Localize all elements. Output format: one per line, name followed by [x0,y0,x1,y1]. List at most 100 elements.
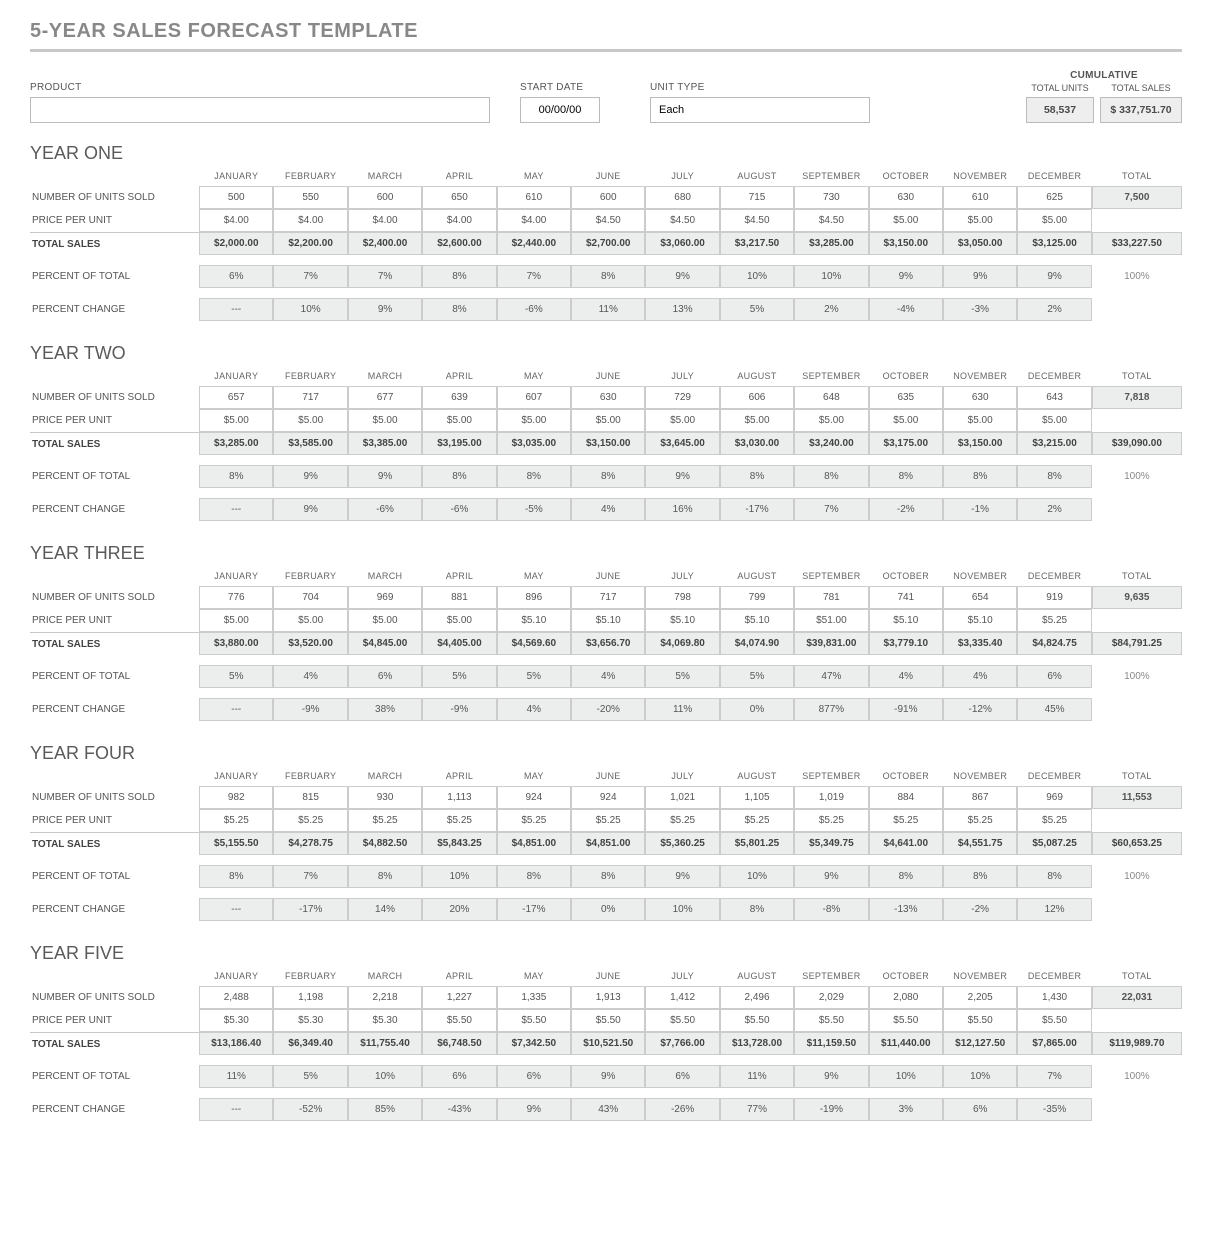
price-cell[interactable]: $5.00 [422,409,496,432]
units-cell[interactable]: 2,218 [348,986,422,1009]
price-cell[interactable]: $5.50 [571,1009,645,1032]
price-cell[interactable]: $5.25 [794,809,868,832]
price-cell[interactable]: $5.00 [645,409,719,432]
units-cell[interactable]: 1,335 [497,986,571,1009]
units-cell[interactable]: 969 [1017,786,1091,809]
price-cell[interactable]: $5.30 [273,1009,347,1032]
price-cell[interactable]: $4.00 [497,209,571,232]
price-cell[interactable]: $5.00 [1017,209,1091,232]
units-cell[interactable]: 924 [497,786,571,809]
price-cell[interactable]: $5.10 [720,609,794,632]
units-cell[interactable]: 630 [571,386,645,409]
units-cell[interactable]: 639 [422,386,496,409]
units-cell[interactable]: 1,227 [422,986,496,1009]
price-cell[interactable]: $4.00 [273,209,347,232]
units-cell[interactable]: 650 [422,186,496,209]
price-cell[interactable]: $5.00 [720,409,794,432]
price-cell[interactable]: $5.00 [571,409,645,432]
units-cell[interactable]: 630 [869,186,943,209]
price-cell[interactable]: $5.30 [348,1009,422,1032]
units-cell[interactable]: 654 [943,586,1017,609]
units-cell[interactable]: 600 [348,186,422,209]
units-cell[interactable]: 680 [645,186,719,209]
price-cell[interactable]: $5.25 [1017,609,1091,632]
price-cell[interactable]: $4.00 [422,209,496,232]
price-cell[interactable]: $5.00 [273,409,347,432]
units-cell[interactable]: 741 [869,586,943,609]
price-cell[interactable]: $5.50 [645,1009,719,1032]
units-cell[interactable]: 600 [571,186,645,209]
units-cell[interactable]: 1,113 [422,786,496,809]
units-cell[interactable]: 1,913 [571,986,645,1009]
units-cell[interactable]: 924 [571,786,645,809]
units-cell[interactable]: 1,019 [794,786,868,809]
units-cell[interactable]: 2,029 [794,986,868,1009]
units-cell[interactable]: 607 [497,386,571,409]
units-cell[interactable]: 2,496 [720,986,794,1009]
price-cell[interactable]: $5.00 [869,209,943,232]
price-cell[interactable]: $5.00 [497,409,571,432]
units-cell[interactable]: 717 [273,386,347,409]
price-cell[interactable]: $5.50 [720,1009,794,1032]
product-input[interactable] [30,97,490,123]
price-cell[interactable]: $4.00 [199,209,273,232]
units-cell[interactable]: 982 [199,786,273,809]
units-cell[interactable]: 1,198 [273,986,347,1009]
units-cell[interactable]: 884 [869,786,943,809]
price-cell[interactable]: $5.25 [943,809,1017,832]
units-cell[interactable]: 799 [720,586,794,609]
price-cell[interactable]: $4.50 [571,209,645,232]
units-cell[interactable]: 610 [943,186,1017,209]
units-cell[interactable]: 625 [1017,186,1091,209]
price-cell[interactable]: $5.00 [1017,409,1091,432]
units-cell[interactable]: 919 [1017,586,1091,609]
units-cell[interactable]: 969 [348,586,422,609]
price-cell[interactable]: $5.30 [199,1009,273,1032]
units-cell[interactable]: 930 [348,786,422,809]
price-cell[interactable]: $5.10 [869,609,943,632]
price-cell[interactable]: $5.25 [645,809,719,832]
units-cell[interactable]: 643 [1017,386,1091,409]
price-cell[interactable]: $5.10 [943,609,1017,632]
price-cell[interactable]: $5.25 [720,809,794,832]
price-cell[interactable]: $5.00 [422,609,496,632]
units-cell[interactable]: 2,080 [869,986,943,1009]
units-cell[interactable]: 896 [497,586,571,609]
price-cell[interactable]: $5.25 [348,809,422,832]
units-cell[interactable]: 1,021 [645,786,719,809]
units-cell[interactable]: 1,105 [720,786,794,809]
price-cell[interactable]: $5.10 [571,609,645,632]
units-cell[interactable]: 635 [869,386,943,409]
units-cell[interactable]: 630 [943,386,1017,409]
units-cell[interactable]: 657 [199,386,273,409]
units-cell[interactable]: 730 [794,186,868,209]
price-cell[interactable]: $5.00 [199,609,273,632]
units-cell[interactable]: 715 [720,186,794,209]
units-cell[interactable]: 610 [497,186,571,209]
price-cell[interactable]: $4.50 [794,209,868,232]
units-cell[interactable]: 2,488 [199,986,273,1009]
price-cell[interactable]: $5.25 [497,809,571,832]
price-cell[interactable]: $4.50 [645,209,719,232]
price-cell[interactable]: $5.10 [645,609,719,632]
price-cell[interactable]: $5.50 [869,1009,943,1032]
units-cell[interactable]: 1,430 [1017,986,1091,1009]
units-cell[interactable]: 1,412 [645,986,719,1009]
units-cell[interactable]: 550 [273,186,347,209]
price-cell[interactable]: $5.25 [273,809,347,832]
price-cell[interactable]: $5.25 [1017,809,1091,832]
units-cell[interactable]: 717 [571,586,645,609]
unit-type-input[interactable] [650,97,870,123]
price-cell[interactable]: $5.00 [943,409,1017,432]
price-cell[interactable]: $5.10 [497,609,571,632]
price-cell[interactable]: $5.00 [273,609,347,632]
price-cell[interactable]: $4.00 [348,209,422,232]
units-cell[interactable]: 781 [794,586,868,609]
units-cell[interactable]: 798 [645,586,719,609]
units-cell[interactable]: 704 [273,586,347,609]
price-cell[interactable]: $5.00 [794,409,868,432]
units-cell[interactable]: 677 [348,386,422,409]
price-cell[interactable]: $5.25 [199,809,273,832]
price-cell[interactable]: $5.00 [348,409,422,432]
price-cell[interactable]: $5.00 [869,409,943,432]
